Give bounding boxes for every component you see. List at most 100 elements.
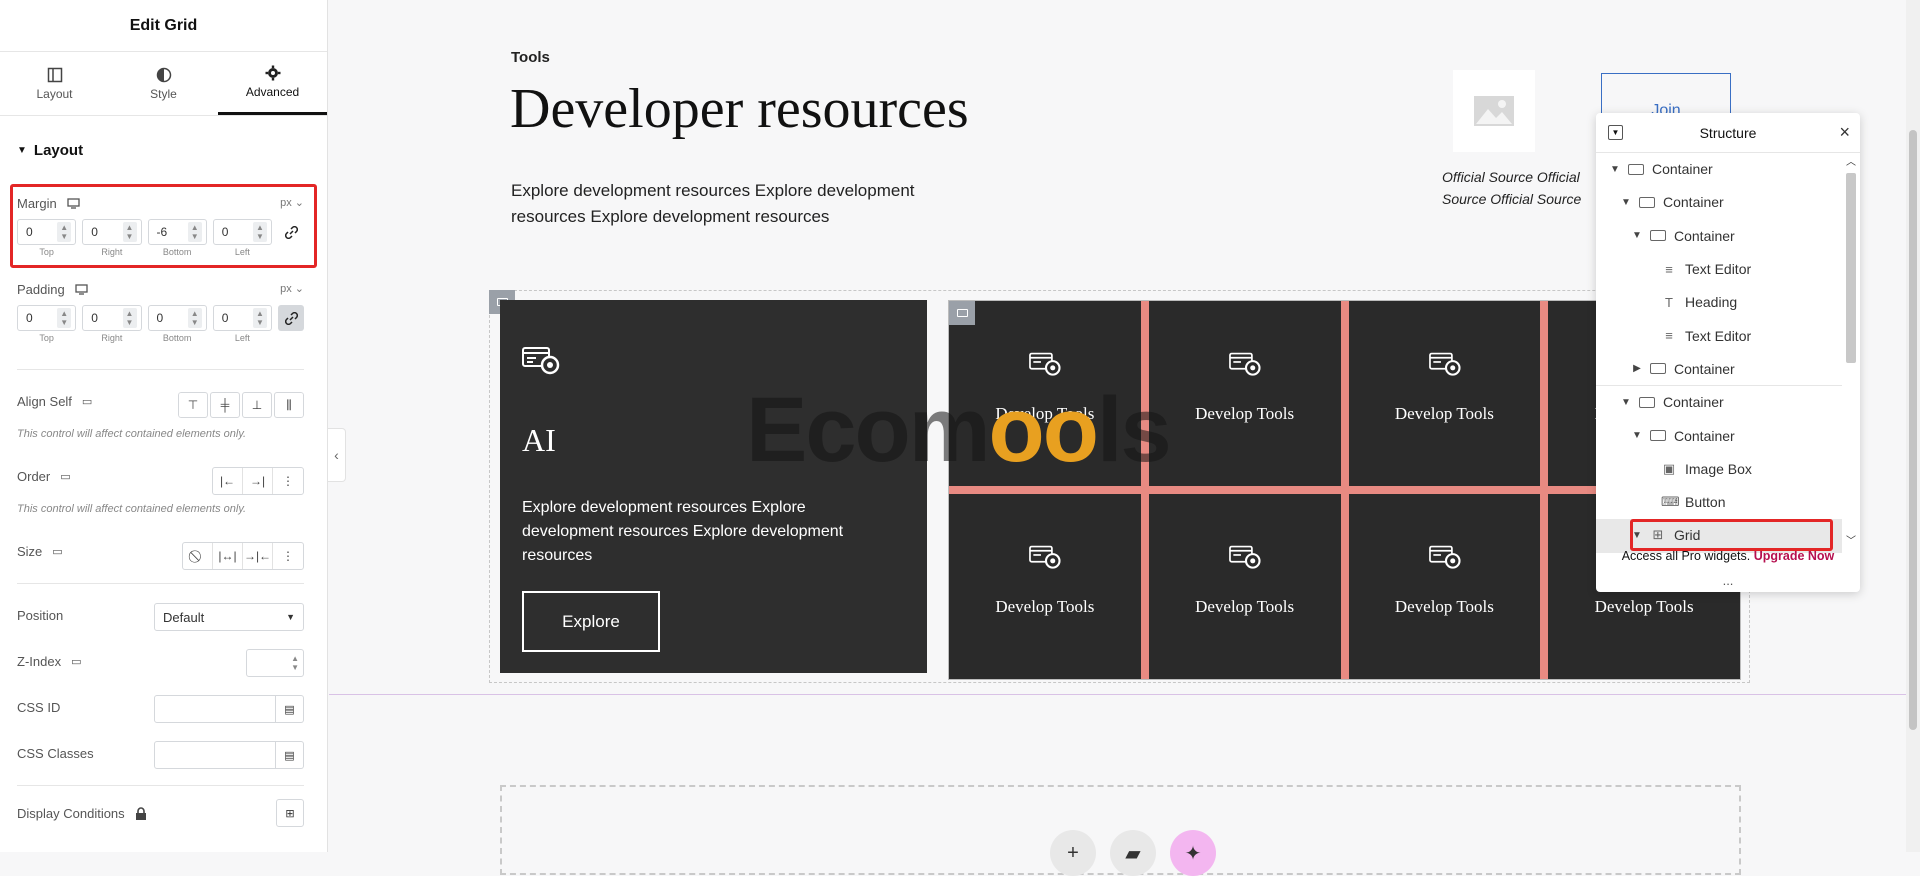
padding-bottom-input[interactable]: 0 ▲ ▼ [147, 305, 207, 331]
dynamic-tags-icon[interactable]: ▤ [276, 695, 304, 723]
caret-right-icon[interactable]: ▶ [1632, 363, 1642, 374]
editor-panel: Edit Grid Layout Style Advanced ▼ Layout… [0, 0, 328, 852]
structure-node-container[interactable]: ▼ Container [1596, 220, 1842, 253]
structure-node-button[interactable]: ⌨ Button [1596, 486, 1842, 519]
desktop-icon: ▭ [52, 546, 63, 558]
explore-button[interactable]: Explore [522, 591, 660, 652]
divider [17, 583, 304, 584]
padding-right-input[interactable]: 0 ▲ ▼ [82, 305, 142, 331]
align-end-button[interactable]: ⊥ [242, 392, 272, 418]
caret-down-icon[interactable]: ▼ [1621, 397, 1631, 408]
order-more-button[interactable]: ⋮ [273, 468, 303, 494]
grid-item-label: Develop Tools [1195, 404, 1295, 423]
align-center-button[interactable]: ╪ [210, 392, 240, 418]
zindex-input[interactable]: ▲ ▼ [246, 649, 304, 677]
canvas-scrollbar[interactable] [1906, 0, 1920, 852]
collapse-panel-button[interactable]: ‹ [328, 428, 346, 482]
tab-advanced-label: Advanced [245, 85, 300, 99]
padding-top-input[interactable]: 0 ▲ ▼ [17, 305, 77, 331]
tab-style[interactable]: Style [109, 52, 218, 115]
tools-icon [1029, 545, 1061, 569]
scroll-up-icon[interactable]: ︿ [1846, 153, 1856, 168]
caret-down-icon[interactable]: ▼ [1632, 430, 1642, 441]
page-description: Explore development resources Explore de… [511, 181, 915, 226]
tools-icon [1428, 352, 1461, 376]
tab-layout[interactable]: Layout [0, 52, 109, 115]
upgrade-notice: Access all Pro widgets. Upgrade Now [1621, 549, 1835, 563]
css-id-label: CSS ID [17, 700, 61, 715]
zindex-label: Z-Index [17, 654, 62, 669]
structure-title: Structure [1699, 124, 1757, 141]
structure-node-image[interactable]: ▣ Image Box [1596, 453, 1842, 486]
resize-handle[interactable]: ... [1596, 573, 1860, 588]
container-icon [956, 309, 968, 317]
structure-node-label: Image Box [1685, 460, 1752, 477]
padding-unit-select[interactable]: px ⌄ [280, 282, 304, 295]
ai-sparkle-button[interactable]: ✦ [1170, 830, 1216, 876]
padding-left-input[interactable]: 0 ▲ ▼ [212, 305, 272, 331]
align-stretch-button[interactable]: ⫼ [274, 392, 304, 418]
tab-advanced[interactable]: Advanced [218, 52, 327, 115]
image-icon: ▣ [1662, 460, 1676, 476]
order-end-button[interactable]: →| [243, 468, 273, 494]
section-title: Layout [33, 141, 84, 159]
template-folder-button[interactable]: ▰ [1110, 830, 1156, 876]
scroll-down-icon[interactable]: ﹀ [1846, 532, 1856, 547]
structure-node-text[interactable]: ≡ Text Editor [1596, 319, 1842, 352]
dynamic-tags-icon[interactable]: ▤ [276, 741, 304, 769]
position-select[interactable]: Default ▼ [154, 603, 304, 631]
grid-item[interactable]: Develop Tools [1348, 494, 1541, 679]
size-more-button[interactable]: ⋮ [273, 543, 303, 569]
add-section-button[interactable]: + [1050, 830, 1096, 876]
grid-item[interactable]: Develop Tools [1148, 301, 1341, 486]
ai-card-title: AI [522, 422, 556, 458]
structure-node-text[interactable]: ≡ Text Editor [1596, 253, 1842, 286]
margin-highlight [10, 184, 317, 268]
grid-item[interactable]: Develop Tools [1148, 494, 1341, 679]
css-classes-input[interactable] [154, 741, 276, 769]
structure-scrollbar[interactable]: ︿ ﹀ [1844, 153, 1858, 547]
grid-item[interactable]: Develop Tools [949, 494, 1141, 679]
structure-node-heading[interactable]: T Heading [1596, 286, 1842, 319]
size-shrink-button[interactable]: →|← [243, 543, 273, 569]
position-control: Position Default ▼ [17, 603, 304, 631]
structure-node-label: Container [1663, 394, 1724, 411]
caret-down-icon[interactable]: ▼ [1621, 197, 1631, 208]
caret-down-icon: ▼ [17, 144, 27, 156]
upgrade-now-link[interactable]: Upgrade Now [1754, 549, 1835, 563]
grid-item-label: Develop Tools [995, 597, 1095, 616]
structure-node-container[interactable]: ▼ Container [1596, 386, 1842, 419]
image-placeholder[interactable] [1453, 70, 1535, 152]
grid-item[interactable]: Develop Tools [1348, 301, 1541, 486]
align-self-label: Align Self [17, 394, 72, 409]
align-start-button[interactable]: ⊤ [178, 392, 208, 418]
css-id-input[interactable] [154, 695, 276, 723]
grid-handle[interactable] [949, 301, 975, 325]
padding-link-button[interactable] [278, 305, 304, 331]
size-grow-button[interactable]: |↔| [213, 543, 243, 569]
structure-node-container[interactable]: ▼ Container [1596, 153, 1842, 186]
text-icon: ≡ [1665, 328, 1673, 344]
structure-node-container[interactable]: ▼ Container [1596, 186, 1842, 219]
caret-down-icon[interactable]: ▼ [1632, 230, 1642, 241]
structure-node-container[interactable]: ▶ Container [1596, 353, 1842, 387]
structure-scroll-thumb[interactable] [1846, 173, 1856, 363]
display-conditions-button[interactable]: ⊞ [276, 799, 304, 827]
container-icon [1639, 396, 1655, 408]
container-icon [1650, 230, 1666, 242]
structure-node-container[interactable]: ▼ Container [1596, 419, 1842, 452]
tools-icon [1228, 545, 1261, 569]
ai-card: AI Explore development resources Explore… [500, 300, 927, 673]
layout-section-toggle[interactable]: ▼ Layout [0, 128, 327, 172]
tab-layout-label: Layout [36, 86, 73, 101]
close-icon[interactable]: × [1839, 122, 1850, 143]
align-self-control: Align Self ▭ ⊤ ╪ ⊥ ⫼ [17, 392, 304, 418]
size-label: Size [17, 544, 43, 559]
canvas-scroll-thumb[interactable] [1909, 130, 1917, 730]
caret-down-icon[interactable]: ▼ [1610, 164, 1620, 175]
grid-item-label: Develop Tools [1394, 597, 1494, 616]
structure-node-label: Container [1663, 194, 1724, 211]
collapse-structure-icon[interactable]: ▼ [1608, 125, 1623, 140]
order-start-button[interactable]: |← [213, 468, 243, 494]
size-none-button[interactable]: ⃠ [183, 543, 213, 569]
